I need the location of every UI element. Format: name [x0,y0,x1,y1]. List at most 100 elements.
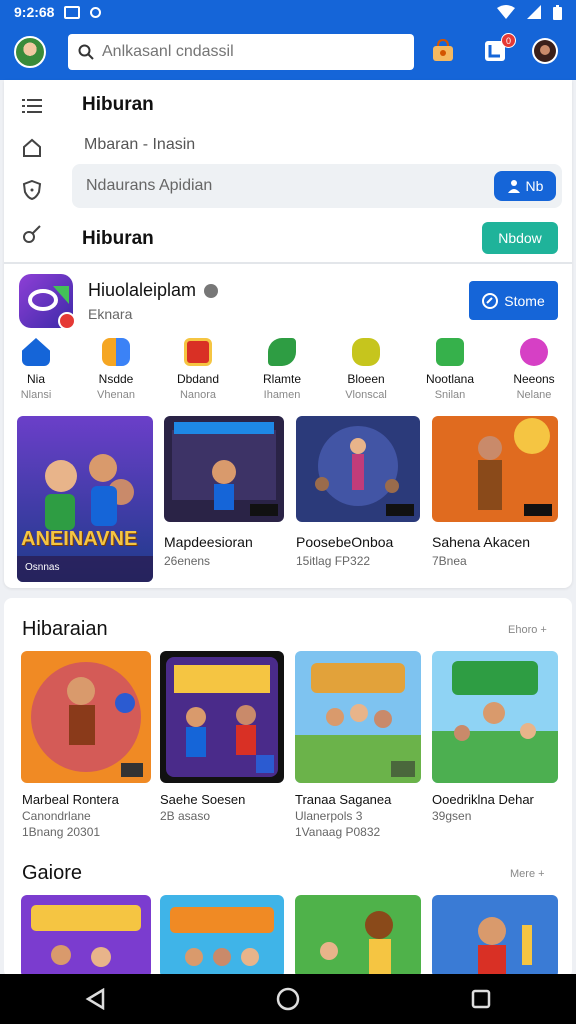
trophy-icon [352,338,380,366]
category-sublabel: Nlansi [20,389,52,401]
gallery-icon [64,5,81,19]
featured-game-tile[interactable] [432,416,558,522]
notification-badge: 0 [501,33,516,48]
bag-icon [433,39,453,61]
category-sublabel: Nelane [516,389,552,401]
tile-title: Ooedriklna Dehar [432,792,534,807]
category-sublabel: Snilan [434,389,466,401]
category-item[interactable]: Rlamte Ihamen [244,338,320,401]
wifi-icon [497,5,515,19]
puzzle-icon [102,338,130,366]
game-tile[interactable] [160,895,284,978]
page-subtitle: Mbaran - Inasin [84,136,196,153]
game-tile[interactable] [295,895,421,978]
more-link[interactable]: Mere + [510,868,545,880]
top-card: Hiburan Mbaran - Inasin Ndaurans Apidian… [4,80,572,588]
nav-home[interactable] [20,136,44,160]
search-box[interactable] [68,34,414,70]
teal-action-button[interactable]: Nbdow [482,222,558,254]
game-art [21,651,151,783]
game-tile[interactable] [432,895,558,978]
game-art [432,416,558,522]
category-item[interactable]: Bloeen Vlonscal [328,338,404,401]
battery-icon [553,4,562,20]
featured-art [17,416,153,582]
featured-game-tile[interactable] [296,416,420,522]
category-item[interactable]: Dbdand Nanora [160,338,236,401]
signal-icon [527,5,541,19]
tile-sub: 39gsen [432,809,472,823]
section-title: Hibaraian [22,618,108,640]
nav-shield[interactable] [20,178,44,202]
category-label: Bloeen [347,372,385,386]
featured-game-tile[interactable] [164,416,284,522]
game-art [164,416,284,522]
store-button[interactable]: Stome [469,281,558,320]
game-art [295,651,421,783]
verified-icon [204,283,219,298]
category-label: Neeons [513,372,555,386]
app-bar: 0 [0,24,576,80]
category-label: Rlamte [262,372,301,386]
chat-icon [436,338,464,366]
category-sublabel: Vlonscal [345,389,387,401]
field-text: Ndaurans Apidian [86,177,213,194]
back-icon[interactable] [85,988,105,1010]
menu-button[interactable] [20,94,44,118]
shield-icon [22,180,42,200]
category-item[interactable]: Neeons Nelane [496,338,572,401]
game-tile[interactable] [21,651,151,783]
tool-icon [23,225,41,243]
category-sublabel: Ihamen [263,389,301,401]
game-tile[interactable] [295,651,421,783]
category-label: Dbdand [176,372,220,386]
category-sublabel: Vhenan [97,389,135,401]
app-root: 9:2:68 0 [0,0,576,1024]
featured-title: Mapdeesioran [164,534,253,550]
search-input[interactable] [102,43,392,61]
status-bar: 9:2:68 [0,0,576,24]
featured-title: Sahena Akacen [432,534,531,550]
smile-icon [520,338,548,366]
tile-title: Marbeal Rontera [22,792,119,807]
category-label: Nia [26,372,45,386]
game-art [432,895,558,978]
location-icon [90,6,102,18]
game-art [160,895,284,978]
leaf-icon [268,338,296,366]
account-avatar[interactable] [530,36,560,66]
game-tile[interactable] [432,651,558,783]
featured-caption: Osnnas [25,562,60,573]
field-action-label: Nb [525,178,544,194]
game-tile[interactable] [21,895,151,978]
category-item[interactable]: Nsdde Vhenan [78,338,154,401]
category-label: Nootlana [425,372,475,386]
featured-sub: 15itlag FP322 [296,554,371,568]
nav-tools[interactable] [20,222,44,246]
category-item[interactable]: Nootlana Snilan [412,338,488,401]
featured-banner[interactable]: ANEINAVNE Osnnas [17,416,153,582]
app-name: Hiuolaleiplam [88,280,197,300]
store-bag-button[interactable] [428,36,458,66]
search-icon [78,44,94,60]
notifications-button[interactable]: 0 [480,33,516,66]
tile-title: Tranaa Saganea [295,792,392,807]
app-subtitle: Eknara [88,306,133,322]
category-item[interactable]: Nia Nlansi [0,338,74,401]
field-action-button[interactable]: Nb [494,171,556,201]
user-avatar-icon [532,38,558,64]
game-art [432,651,558,783]
app-logo[interactable] [19,274,76,330]
input-field[interactable]: Ndaurans Apidian Nb [72,164,562,208]
person-icon [507,180,520,193]
more-link[interactable]: Ehoro + [508,624,547,636]
profile-avatar[interactable] [14,36,46,68]
home-outline-icon [23,138,41,157]
home-icon[interactable] [276,987,300,1011]
game-art [295,895,421,978]
gift-icon [184,338,212,366]
game-tile[interactable] [160,651,284,783]
recents-icon[interactable] [471,989,491,1009]
featured-title: PoosebeOnboa [296,534,394,550]
tile-sub: Canondrlane 1Bnang 20301 [22,809,101,839]
